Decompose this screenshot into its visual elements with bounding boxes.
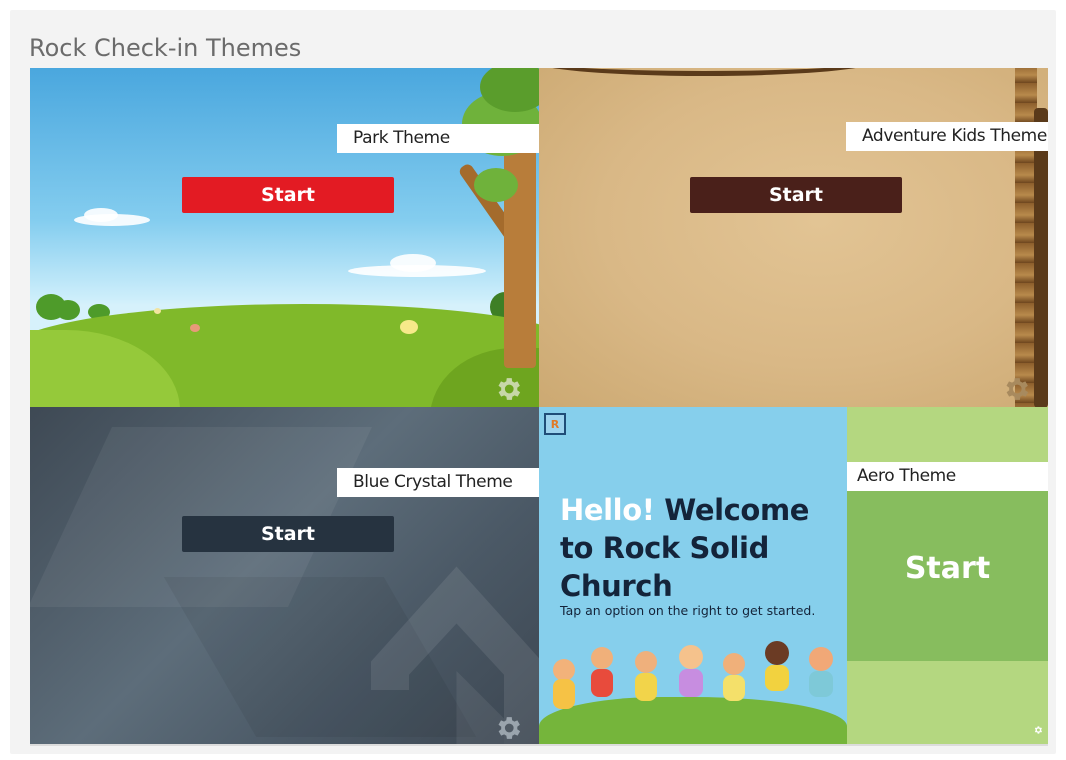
grass-decoration [539,697,847,744]
aero-theme-label: Aero Theme [847,462,1048,491]
aero-theme-preview[interactable]: R Hello! Welcome to Rock Solid Church Ta… [539,407,1048,744]
cloud-decoration [84,208,118,222]
child-illustration [591,647,613,669]
child-illustration [635,673,657,701]
gear-icon[interactable] [1001,374,1031,404]
child-illustration [765,641,789,665]
flower-decoration [400,320,418,334]
tree-trunk [504,128,536,368]
park-theme-preview[interactable]: Park Theme Start [30,68,539,407]
welcome-heading: Hello! Welcome to Rock Solid Church [560,491,840,605]
adventure-kids-theme-label: Adventure Kids Theme [846,122,1048,151]
aero-welcome-panel: R Hello! Welcome to Rock Solid Church Ta… [539,407,847,744]
wooden-pole [1034,108,1048,407]
park-theme-label: Park Theme [337,124,539,153]
child-illustration [679,645,703,669]
hello-text: Hello! [560,493,655,527]
park-start-button[interactable]: Start [182,177,394,213]
flower-decoration [190,324,200,332]
gear-icon[interactable] [493,374,523,404]
blue-crystal-theme-label: Blue Crystal Theme [337,468,539,497]
adventure-kids-start-button[interactable]: Start [690,177,902,213]
tree-leaves [474,168,518,202]
blue-crystal-theme-preview[interactable]: Blue Crystal Theme Start [30,407,539,744]
rope-decoration [539,68,879,76]
theme-grid: Park Theme Start Adventure Kids Theme St… [30,68,1048,746]
page-title: Rock Check-in Themes [29,34,302,62]
cloud-decoration [390,254,436,272]
adventure-kids-theme-preview[interactable]: Adventure Kids Theme Start [539,68,1048,407]
themes-panel: Rock Check-in Themes Park Theme Start Ad… [10,10,1056,754]
bush-decoration [56,300,80,320]
gear-icon[interactable] [493,713,523,743]
flower-decoration [154,308,161,314]
child-illustration [591,669,613,697]
child-illustration [723,653,745,675]
child-illustration [553,679,575,709]
child-illustration [765,665,789,691]
child-illustration [635,651,657,673]
blue-crystal-start-button[interactable]: Start [182,516,394,552]
gear-icon[interactable] [1033,725,1043,735]
welcome-subtitle: Tap an option on the right to get starte… [560,603,816,618]
aero-start-button[interactable]: Start [847,551,1048,586]
child-illustration [553,659,575,681]
child-illustration [679,669,703,697]
child-illustration [809,647,833,671]
child-illustration [809,671,833,697]
child-illustration [723,675,745,701]
rock-logo-icon: R [544,413,566,435]
